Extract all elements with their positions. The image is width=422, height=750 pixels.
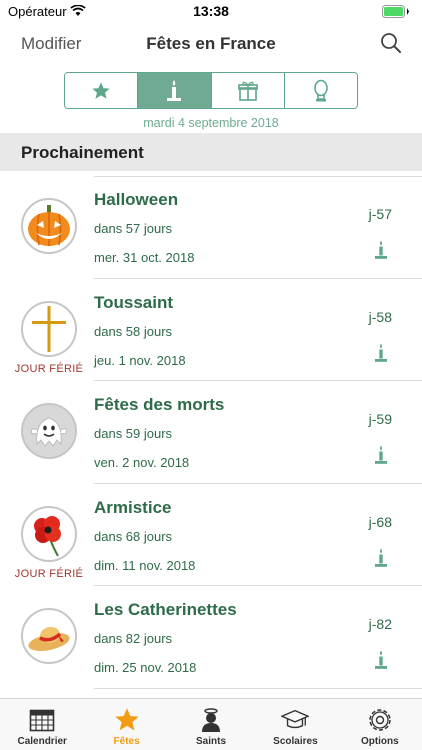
- saint-icon: [202, 708, 221, 732]
- category-segmented-control: [64, 72, 358, 109]
- event-countdown: j-82: [368, 616, 392, 632]
- tab-fetes[interactable]: Fêtes: [84, 699, 168, 750]
- event-countdown: j-58: [368, 308, 392, 325]
- status-bar: Opérateur 13:38: [0, 0, 422, 22]
- event-days-until: dans 59 jours: [94, 426, 173, 441]
- event-days-until: dans 68 jours: [94, 528, 173, 544]
- event-avatar: [21, 198, 77, 254]
- gear-icon: [369, 709, 391, 731]
- event-countdown: j-59: [368, 411, 392, 427]
- tab-saints[interactable]: Saints: [169, 699, 253, 750]
- search-icon[interactable]: [380, 32, 402, 54]
- poppy-icon: [34, 515, 61, 556]
- tab-label: Options: [360, 736, 399, 747]
- list-item[interactable]: Halloween dans 57 jours mer. 31 oct. 201…: [0, 176, 422, 279]
- section-title: Prochainement: [21, 143, 144, 162]
- status-time: 13:38: [193, 3, 229, 19]
- segment-favorites[interactable]: [65, 73, 139, 108]
- list-item[interactable]: Fêtes des morts dans 59 jours ven. 2 nov…: [0, 381, 422, 484]
- event-days-until: dans 82 jours: [94, 631, 173, 646]
- battery-icon: [382, 5, 409, 18]
- event-countdown: j-68: [368, 513, 392, 530]
- gift-icon: [237, 81, 258, 101]
- list-item[interactable]: JOUR FÉRIÉ Armistice dans 68 jours dim. …: [0, 484, 422, 586]
- segment-saints[interactable]: [284, 73, 357, 108]
- event-countdown: j-57: [368, 206, 392, 222]
- segment-gifts[interactable]: [211, 73, 285, 108]
- event-name: Armistice: [94, 497, 172, 517]
- candle-icon: [375, 445, 387, 464]
- ghost-icon: [31, 417, 67, 447]
- event-name: Fêtes des morts: [94, 395, 225, 414]
- tab-label: Saints: [196, 736, 227, 747]
- event-days-until: dans 58 jours: [94, 323, 173, 339]
- bust-icon: [314, 79, 328, 101]
- segment-fetes[interactable]: [138, 73, 212, 108]
- cross-icon: [32, 305, 66, 352]
- event-date: dim. 11 nov. 2018: [94, 557, 196, 573]
- event-avatar: [21, 300, 77, 357]
- candle-icon: [375, 343, 387, 362]
- candle-icon: [375, 240, 387, 259]
- hat-icon: [28, 626, 70, 651]
- tab-label: Scolaires: [273, 736, 318, 747]
- event-date: jeu. 1 nov. 2018: [94, 352, 186, 368]
- section-header: Prochainement: [0, 133, 422, 171]
- candle-icon: [375, 548, 387, 567]
- event-name: Halloween: [94, 190, 179, 209]
- list-item[interactable]: JOUR FÉRIÉ Toussaint dans 58 jours jeu. …: [0, 279, 422, 381]
- event-avatar: [21, 505, 77, 562]
- event-name: Les Catherinettes: [94, 600, 237, 619]
- star-icon: [114, 708, 139, 731]
- star-icon: [92, 82, 110, 99]
- tab-calendrier[interactable]: Calendrier: [0, 699, 84, 750]
- row-divider: [94, 687, 422, 689]
- pumpkin-icon: [28, 205, 70, 246]
- edit-button[interactable]: Modifier: [21, 34, 81, 54]
- event-name: Toussaint: [94, 292, 174, 312]
- candle-icon: [375, 650, 387, 669]
- tab-bar: Calendrier Fêtes Saints Scolaires Option…: [0, 698, 422, 750]
- event-date: ven. 2 nov. 2018: [94, 455, 190, 470]
- current-date: mardi 4 septembre 2018: [143, 116, 279, 130]
- event-avatar: [21, 403, 77, 459]
- event-avatar: [21, 608, 77, 664]
- tab-label: Calendrier: [17, 736, 67, 747]
- calendar-icon: [29, 709, 55, 732]
- jour-ferie-badge: JOUR FÉRIÉ: [14, 362, 84, 375]
- candle-icon: [167, 79, 182, 101]
- event-date: mer. 31 oct. 2018: [94, 250, 195, 265]
- event-days-until: dans 57 jours: [94, 221, 173, 236]
- jour-ferie-badge: JOUR FÉRIÉ: [14, 567, 84, 580]
- event-date: dim. 25 nov. 2018: [94, 660, 197, 675]
- tab-options[interactable]: Options: [338, 699, 422, 750]
- events-list: Halloween dans 57 jours mer. 31 oct. 201…: [0, 176, 422, 689]
- tab-label: Fêtes: [113, 736, 140, 747]
- graduation-cap-icon: [281, 709, 310, 729]
- tab-scolaires[interactable]: Scolaires: [253, 699, 337, 750]
- list-item[interactable]: Les Catherinettes dans 82 jours dim. 25 …: [0, 586, 422, 689]
- navigation-bar: Modifier Fêtes en France: [0, 22, 422, 66]
